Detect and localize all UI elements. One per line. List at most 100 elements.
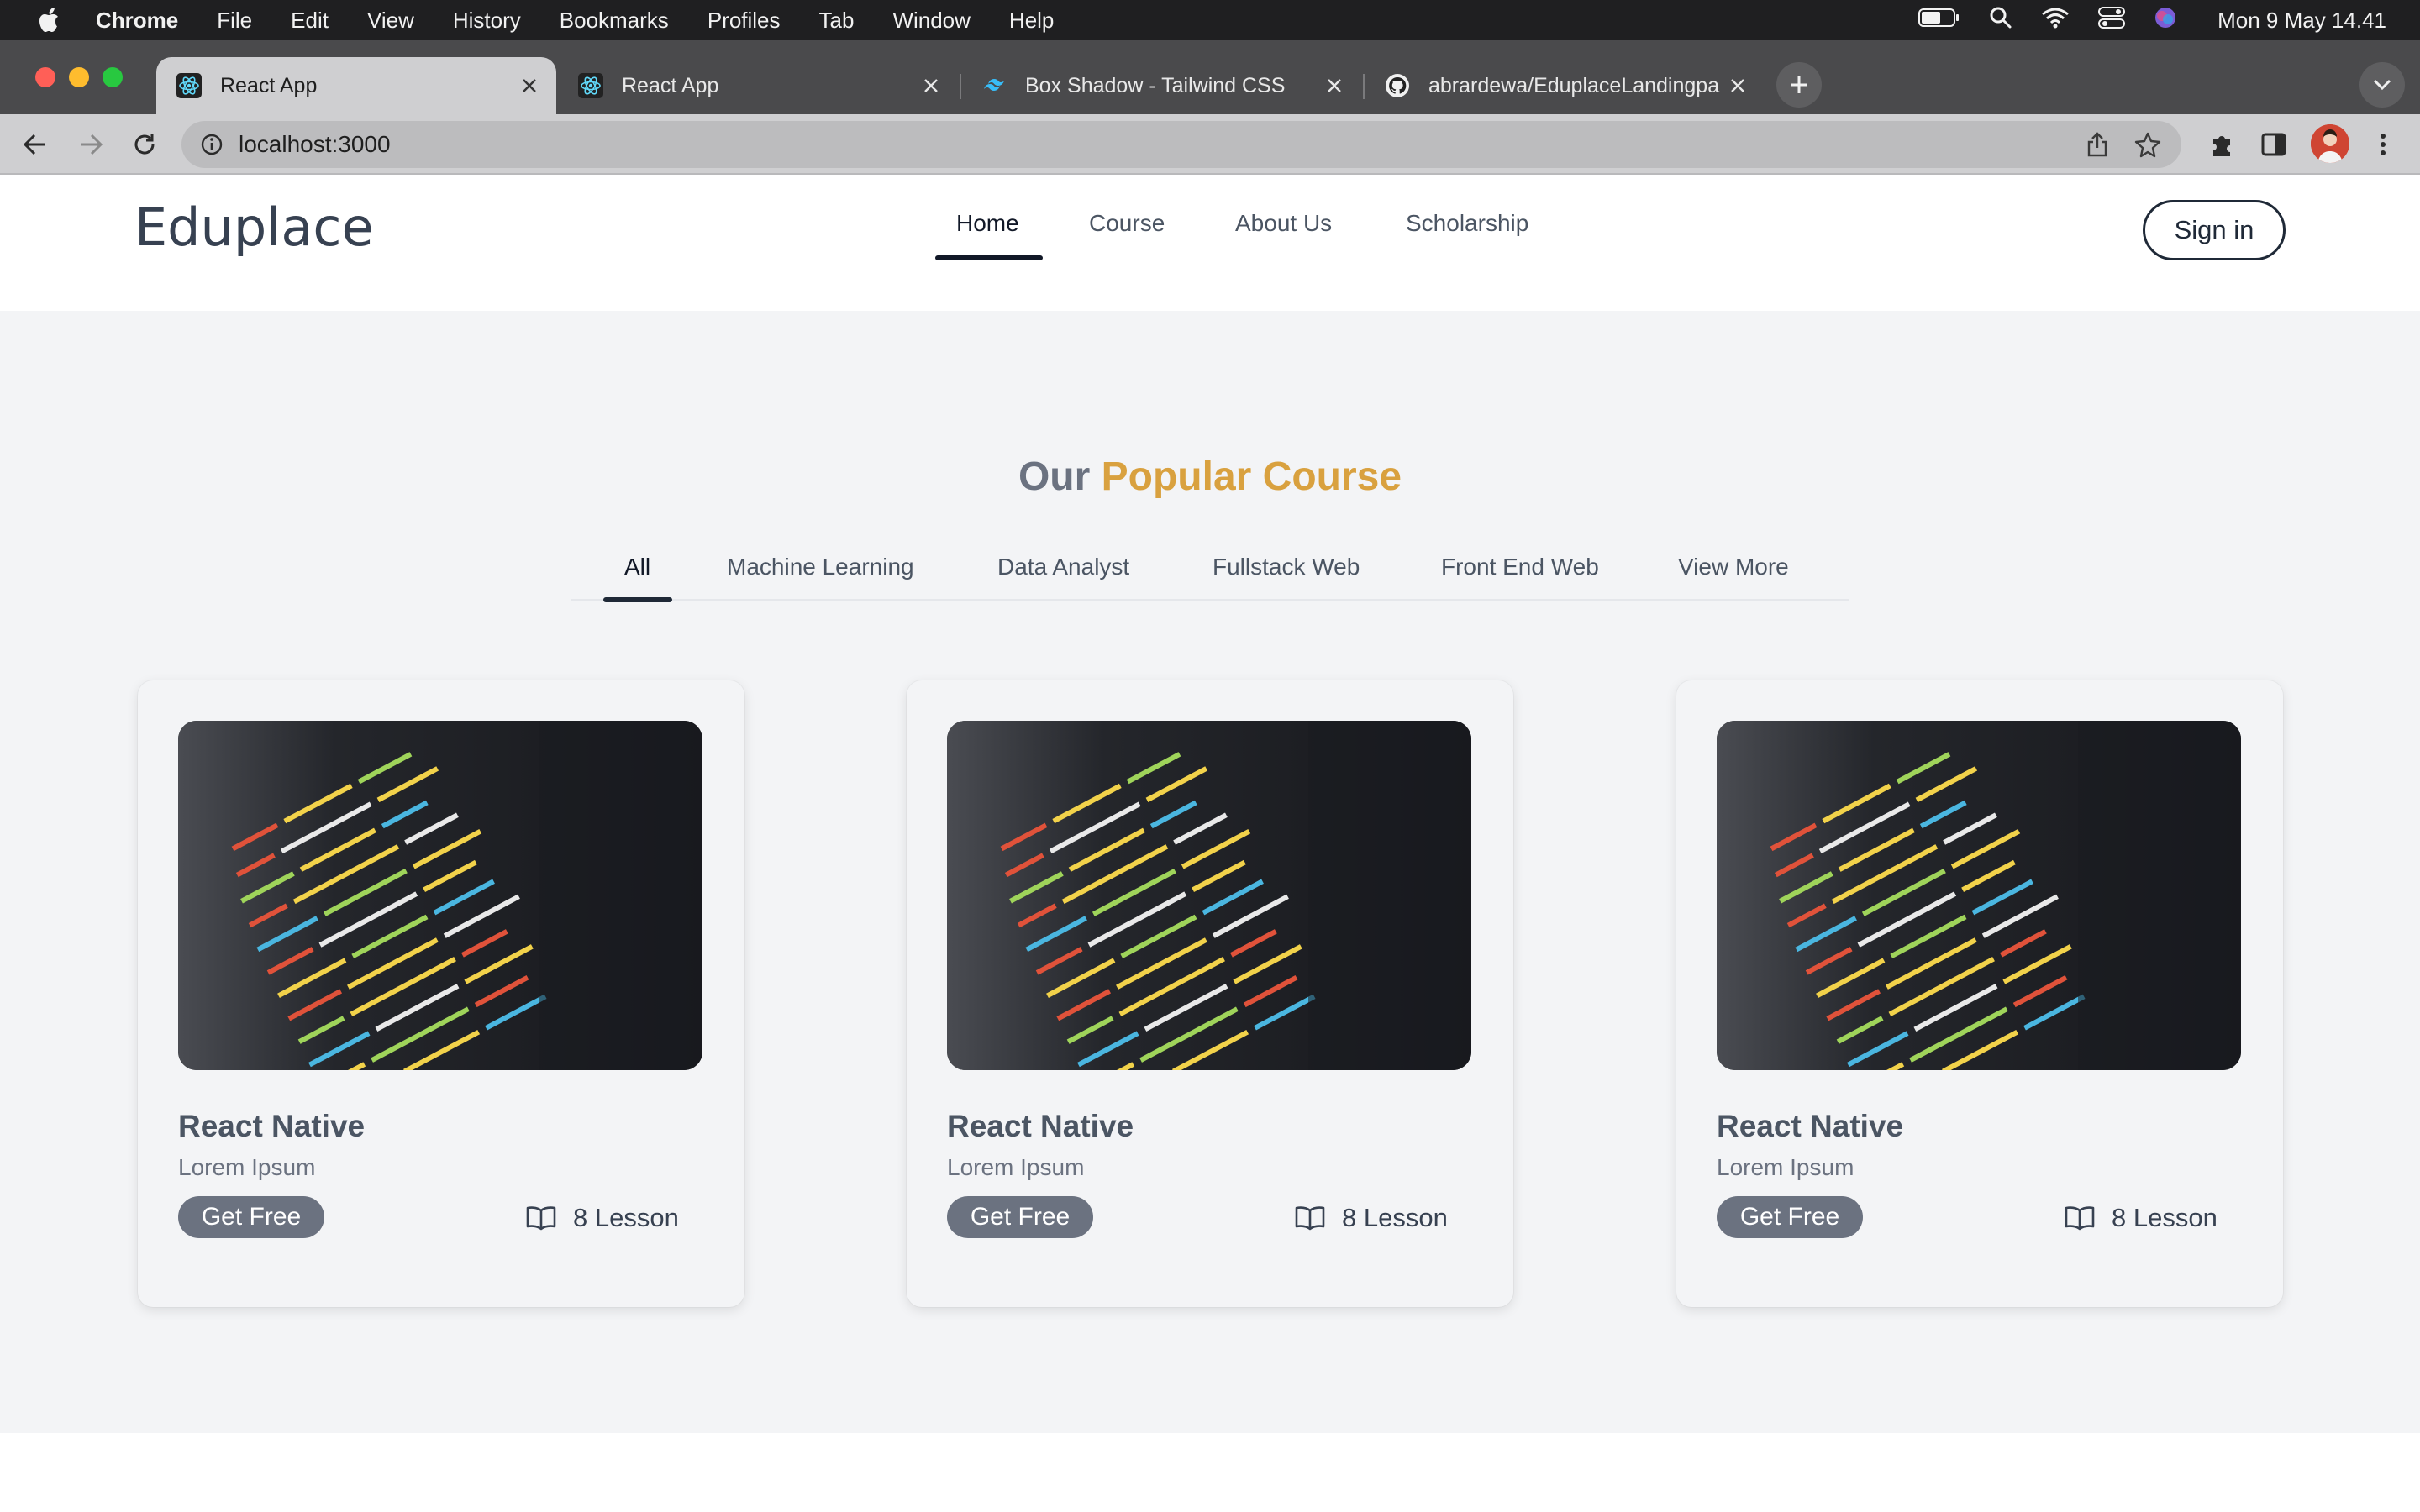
sign-in-button[interactable]: Sign in <box>2143 200 2286 260</box>
category-tab-front-end-web[interactable]: Front End Web <box>1441 546 1599 601</box>
course-subtitle: Lorem Ipsum <box>1717 1154 1854 1180</box>
course-title[interactable]: React Native <box>1717 1109 1903 1144</box>
react-icon <box>578 73 603 98</box>
course-subtitle: Lorem Ipsum <box>178 1154 316 1180</box>
course-card[interactable]: React Native Lorem Ipsum Get Free 8 Less… <box>138 680 744 1307</box>
url-text[interactable]: localhost:3000 <box>239 121 391 168</box>
category-tab-view-more[interactable]: View More <box>1678 546 1789 601</box>
tab-title: Box Shadow - Tailwind CSS <box>1025 73 1286 97</box>
category-tab-machine-learning[interactable]: Machine Learning <box>727 546 914 601</box>
macos-menu-bar: Chrome File Edit View History Bookmarks … <box>0 0 2420 40</box>
category-tab-data-analyst[interactable]: Data Analyst <box>997 546 1129 601</box>
close-icon[interactable] <box>1319 71 1349 101</box>
siri-icon[interactable] <box>2154 6 2177 35</box>
menu-profiles[interactable]: Profiles <box>708 8 781 34</box>
section-heading-highlight: Popular Course <box>1101 454 1402 499</box>
menu-file[interactable]: File <box>217 8 252 34</box>
popular-course-section: Our Popular Course All Machine Learning … <box>0 311 2420 1433</box>
menu-tab[interactable]: Tab <box>819 8 855 34</box>
nav-about-us[interactable]: About Us <box>1235 210 1332 237</box>
window-minimize-button[interactable] <box>69 67 89 87</box>
section-heading: Our Popular Course <box>0 454 2420 500</box>
course-thumbnail-code-image <box>1717 721 2241 1070</box>
tab-title: React App <box>622 73 719 97</box>
page-footer-area <box>0 1433 2420 1512</box>
forward-arrow-icon[interactable] <box>72 126 109 163</box>
lesson-count: 8 Lesson <box>526 1198 679 1238</box>
browser-tab-strip: React App React App Box Shadow - Tailwin… <box>0 40 2420 114</box>
apple-icon[interactable] <box>34 3 67 37</box>
lesson-count-label: 8 Lesson <box>2112 1203 2217 1232</box>
get-free-button[interactable]: Get Free <box>1717 1196 1863 1238</box>
profile-avatar[interactable] <box>2311 124 2349 163</box>
control-center-icon[interactable] <box>2098 6 2126 35</box>
category-tab-active-indicator <box>603 597 672 602</box>
lesson-count-label: 8 Lesson <box>573 1203 679 1232</box>
site-info-icon[interactable] <box>197 129 227 160</box>
menu-bar-status-area: Mon 9 May 14.41 <box>1918 0 2386 40</box>
menu-bookmarks[interactable]: Bookmarks <box>560 8 669 34</box>
section-heading-prefix: Our <box>1018 454 1091 499</box>
tailwind-icon <box>981 73 1007 98</box>
book-open-icon <box>1295 1203 1325 1233</box>
close-icon[interactable] <box>514 71 544 101</box>
site-navbar: Eduplace Home Course About Us Scholarshi… <box>0 176 2420 311</box>
nav-course[interactable]: Course <box>1089 210 1165 237</box>
get-free-button[interactable]: Get Free <box>947 1196 1093 1238</box>
menu-window[interactable]: Window <box>892 8 970 34</box>
web-page: Eduplace Home Course About Us Scholarshi… <box>0 176 2420 1512</box>
reload-icon[interactable] <box>126 126 163 163</box>
menu-help[interactable]: Help <box>1009 8 1054 34</box>
window-zoom-button[interactable] <box>103 67 123 87</box>
window-close-button[interactable] <box>35 67 55 87</box>
menu-view[interactable]: View <box>367 8 414 34</box>
course-thumbnail-code-image <box>947 721 1471 1070</box>
get-free-button[interactable]: Get Free <box>178 1196 324 1238</box>
close-icon[interactable] <box>1723 71 1753 101</box>
battery-icon[interactable] <box>1918 8 1960 34</box>
menu-history[interactable]: History <box>453 8 521 34</box>
course-category-tabs: All Machine Learning Data Analyst Fullst… <box>571 546 1849 602</box>
share-icon[interactable] <box>2081 128 2114 161</box>
tab-title: abrardewa/EduplaceLandingpa <box>1428 73 1720 97</box>
clock-text[interactable]: Mon 9 May 14.41 <box>2217 8 2386 34</box>
site-logo[interactable]: Eduplace <box>134 197 374 258</box>
new-tab-button[interactable] <box>1776 62 1822 108</box>
back-arrow-icon[interactable] <box>17 126 54 163</box>
book-open-icon <box>2065 1203 2095 1233</box>
course-subtitle: Lorem Ipsum <box>947 1154 1085 1180</box>
address-bar[interactable]: localhost:3000 <box>182 121 2181 168</box>
browser-tab-active[interactable]: React App <box>156 57 556 114</box>
extensions-puzzle-icon[interactable] <box>2203 126 2240 163</box>
side-panel-icon[interactable] <box>2255 126 2292 163</box>
lesson-count: 8 Lesson <box>1295 1198 1448 1238</box>
tab-search-button[interactable] <box>2360 62 2405 108</box>
chrome-menu-icon[interactable] <box>2365 126 2402 163</box>
category-tab-all[interactable]: All <box>624 546 650 601</box>
course-title[interactable]: React Native <box>947 1109 1134 1144</box>
wifi-icon[interactable] <box>2041 7 2070 34</box>
nav-home[interactable]: Home <box>956 210 1019 237</box>
nav-active-indicator <box>935 255 1043 260</box>
menu-edit[interactable]: Edit <box>291 8 329 34</box>
github-icon <box>1385 73 1410 98</box>
menu-app-name[interactable]: Chrome <box>96 8 178 34</box>
close-icon[interactable] <box>916 71 946 101</box>
bookmark-star-icon[interactable] <box>2131 128 2165 161</box>
course-card[interactable]: React Native Lorem Ipsum Get Free 8 Less… <box>907 680 1513 1307</box>
react-icon <box>176 73 202 98</box>
nav-scholarship[interactable]: Scholarship <box>1406 210 1528 237</box>
browser-tab[interactable]: React App <box>558 57 958 114</box>
spotlight-search-icon[interactable] <box>1989 6 2012 35</box>
lesson-count-label: 8 Lesson <box>1342 1203 1448 1232</box>
course-title[interactable]: React Native <box>178 1109 365 1144</box>
browser-tab[interactable]: Box Shadow - Tailwind CSS <box>961 57 1361 114</box>
tab-title: React App <box>220 73 318 97</box>
course-thumbnail-code-image <box>178 721 702 1070</box>
book-open-icon <box>526 1203 556 1233</box>
browser-toolbar: localhost:3000 <box>0 114 2420 175</box>
category-tab-fullstack-web[interactable]: Fullstack Web <box>1213 546 1360 601</box>
course-card[interactable]: React Native Lorem Ipsum Get Free 8 Less… <box>1676 680 2283 1307</box>
lesson-count: 8 Lesson <box>2065 1198 2217 1238</box>
browser-tab[interactable]: abrardewa/EduplaceLandingpa <box>1365 57 1765 114</box>
